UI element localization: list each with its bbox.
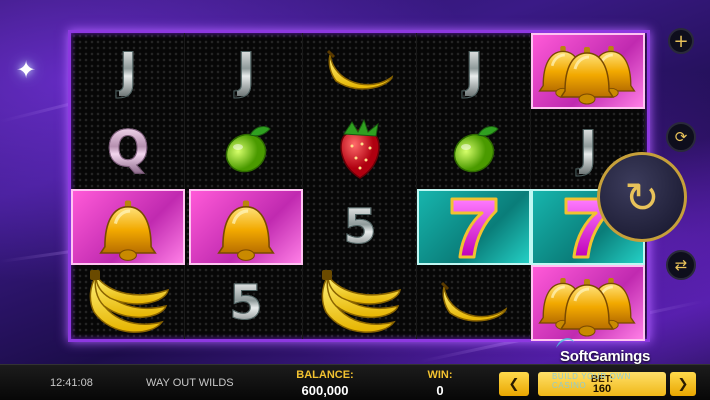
quick-spin-icon[interactable]: ⟳ (666, 122, 696, 152)
letter-j-symbol: J (118, 42, 138, 100)
letter-j-symbol: J (464, 42, 484, 100)
reel-2: J5 (189, 33, 303, 339)
letter-j-symbol: J (578, 120, 598, 178)
reel-grid: JQJ55JJ (68, 30, 650, 342)
plus-icon[interactable]: + (668, 28, 694, 54)
reel-1: JQ (71, 33, 185, 339)
reel-4: J (417, 33, 531, 339)
bet-display: BET: 160 BUILD YOUR OWN CASINO (538, 372, 666, 396)
reel-3: 5 (303, 33, 417, 339)
brand-tagline: BUILD YOUR OWN CASINO (552, 372, 631, 390)
reel-cell (531, 265, 645, 341)
bet-decrease-button[interactable]: ❮ (499, 372, 529, 396)
autoplay-icon[interactable]: ⇄ (666, 250, 696, 280)
reel-cell: J (417, 33, 531, 109)
spin-icon[interactable]: ↻ (597, 152, 687, 242)
letter-j-symbol: J (236, 42, 256, 100)
bet-increase-button[interactable]: ❯ (670, 372, 696, 396)
banana-bunch-icon (321, 270, 401, 333)
balance-value: 600,000 (301, 383, 349, 398)
softgamings-watermark: SoftGamings (556, 338, 650, 365)
balance-label: BALANCE: (296, 369, 354, 381)
reel-cell: 5 (303, 189, 417, 265)
bottom-bar: 12:41:08 WAY OUT WILDS BALANCE: 600,000 … (0, 364, 710, 400)
letter-q-symbol: Q (106, 120, 150, 178)
win-value: 0 (436, 383, 444, 398)
reel-cell: 5 (189, 265, 303, 341)
lime-icon (453, 126, 499, 173)
reel-cell (189, 189, 303, 265)
reel-cell (417, 189, 531, 265)
strawberry-icon (340, 118, 380, 179)
banana-icon (326, 49, 394, 90)
reel-cell: J (71, 33, 185, 109)
clock: 12:41:08 (50, 377, 93, 389)
five-symbol: 5 (343, 199, 377, 255)
reel-cell (531, 33, 645, 109)
five-symbol: 5 (229, 275, 263, 331)
reel-cell: Q (71, 111, 185, 187)
bell-pair-icon (538, 46, 636, 105)
seven-icon (450, 197, 498, 259)
lime-icon (225, 126, 271, 173)
reel-cell (417, 111, 531, 187)
logo-swoosh-icon (556, 338, 574, 348)
reel-cell: J (189, 33, 303, 109)
reel-cell (71, 189, 185, 265)
banana-bunch-icon (89, 270, 169, 333)
bell-pair-icon (538, 278, 636, 337)
reel-cell (71, 265, 185, 341)
reel-cell (303, 33, 417, 109)
win-label: WIN: (427, 369, 453, 381)
sparkle-icon: ✦ (16, 56, 37, 84)
game-title: WAY OUT WILDS (146, 377, 234, 389)
bell-icon (99, 200, 157, 261)
reel-cell (417, 265, 531, 341)
bell-icon (217, 200, 275, 261)
reel-cell (303, 265, 417, 341)
reel-cell (303, 111, 417, 187)
reel-cell (189, 111, 303, 187)
banana-icon (440, 281, 508, 322)
